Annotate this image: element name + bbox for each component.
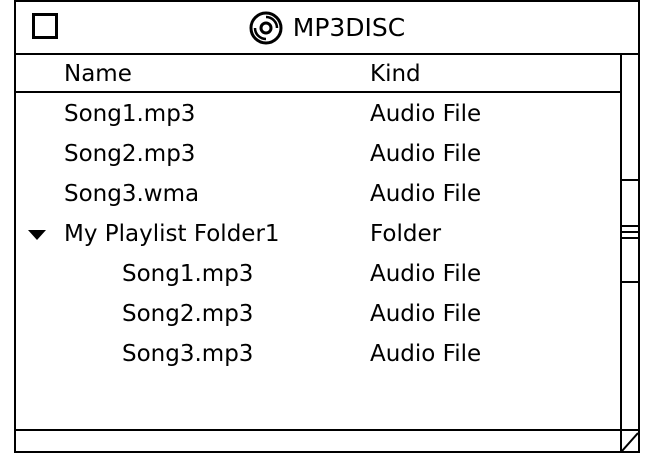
title-bar[interactable]: MP3DISC (16, 2, 638, 55)
list-item[interactable]: Song1.mp3 Audio File (16, 253, 620, 293)
list-item[interactable]: Song3.wma Audio File (16, 173, 620, 213)
finder-window: MP3DISC Name Kind Song1.mp3 Audio File S… (14, 0, 640, 453)
file-list: Name Kind Song1.mp3 Audio File Song2.mp3… (16, 55, 620, 429)
item-kind: Folder (370, 221, 442, 247)
scroll-thumb[interactable] (620, 179, 640, 283)
disclosure-triangle-icon[interactable] (28, 230, 46, 240)
file-rows: Song1.mp3 Audio File Song2.mp3 Audio Fil… (16, 93, 620, 373)
item-kind: Audio File (370, 301, 482, 327)
horizontal-scrollbar[interactable] (16, 429, 620, 451)
item-kind: Audio File (370, 141, 482, 167)
item-name: Song3.wma (64, 181, 200, 207)
item-kind: Audio File (370, 341, 482, 367)
column-header-kind[interactable]: Kind (370, 61, 421, 87)
title-group: MP3DISC (16, 2, 638, 53)
item-kind: Audio File (370, 181, 482, 207)
window-title: MP3DISC (292, 13, 406, 42)
list-item[interactable]: Song2.mp3 Audio File (16, 133, 620, 173)
column-header-name[interactable]: Name (64, 61, 132, 87)
item-name: Song1.mp3 (64, 101, 196, 127)
item-name: Song1.mp3 (122, 261, 254, 287)
resize-icon[interactable] (620, 429, 638, 451)
grip-line (620, 237, 638, 239)
grip-line (620, 231, 638, 233)
grip-line (620, 225, 638, 227)
disc-icon (249, 11, 283, 45)
item-kind: Audio File (370, 101, 482, 127)
item-kind: Audio File (370, 261, 482, 287)
folder-item[interactable]: My Playlist Folder1 Folder (16, 213, 620, 253)
item-name: Song3.mp3 (122, 341, 254, 367)
list-item[interactable]: Song3.mp3 Audio File (16, 333, 620, 373)
item-name: Song2.mp3 (122, 301, 254, 327)
vertical-scrollbar[interactable] (620, 55, 640, 429)
list-item[interactable]: Song1.mp3 Audio File (16, 93, 620, 133)
item-name: Song2.mp3 (64, 141, 196, 167)
item-name: My Playlist Folder1 (64, 221, 280, 247)
list-item[interactable]: Song2.mp3 Audio File (16, 293, 620, 333)
column-header: Name Kind (16, 55, 620, 93)
